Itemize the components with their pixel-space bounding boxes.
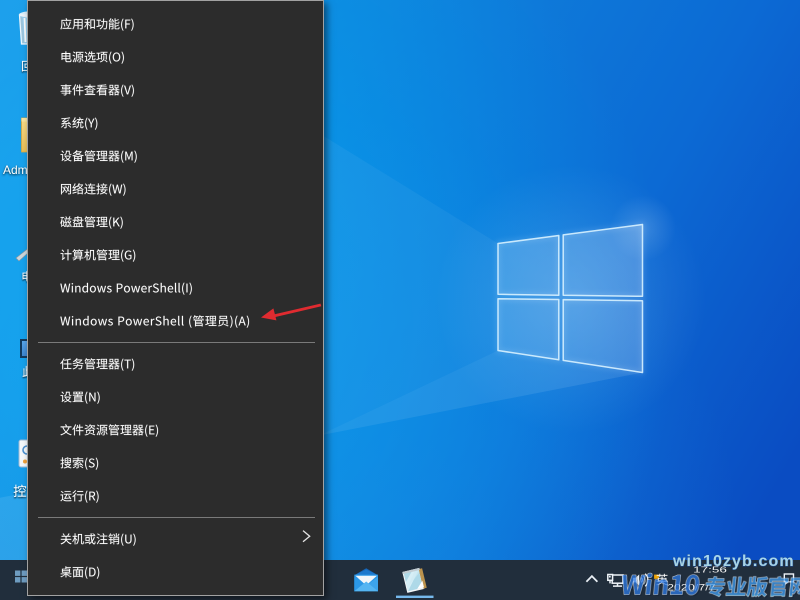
svg-text:win10zyb.com: win10zyb.com [672,553,795,570]
